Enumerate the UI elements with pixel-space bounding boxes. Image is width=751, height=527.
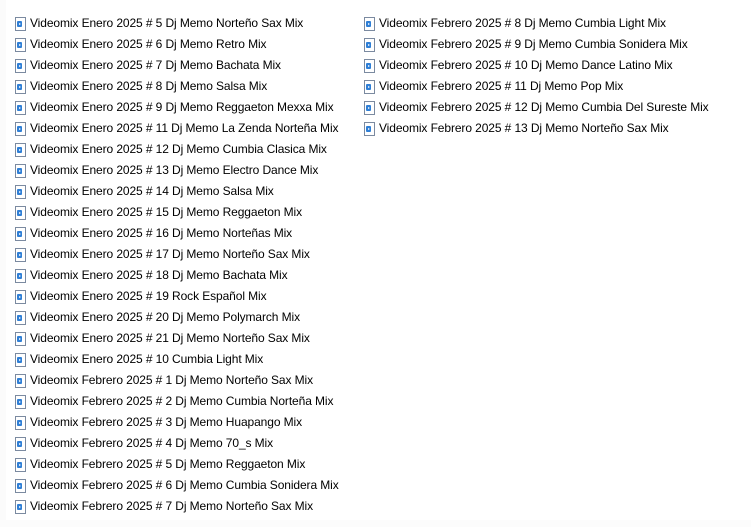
file-item[interactable]: Videomix Enero 2025 # 10 Cumbia Light Mi… [13,349,358,370]
file-name-label: Videomix Febrero 2025 # 4 Dj Memo 70_s M… [30,436,274,450]
file-column-2: Videomix Febrero 2025 # 8 Dj Memo Cumbia… [362,13,747,139]
video-file-icon [15,394,26,409]
video-file-icon [15,79,26,94]
file-name-label: Videomix Enero 2025 # 15 Dj Memo Reggaet… [30,205,302,219]
file-name-label: Videomix Enero 2025 # 18 Dj Memo Bachata… [30,268,288,282]
file-name-label: Videomix Febrero 2025 # 10 Dj Memo Dance… [379,58,673,72]
file-item[interactable]: Videomix Enero 2025 # 21 Dj Memo Norteño… [13,328,358,349]
video-file-icon [364,58,375,73]
file-name-label: Videomix Febrero 2025 # 6 Dj Memo Cumbia… [30,478,339,492]
video-file-icon [364,16,375,31]
video-file-icon [15,373,26,388]
file-name-label: Videomix Enero 2025 # 12 Dj Memo Cumbia … [30,142,327,156]
video-file-icon [15,142,26,157]
file-item[interactable]: Videomix Febrero 2025 # 6 Dj Memo Cumbia… [13,475,358,496]
file-name-label: Videomix Enero 2025 # 13 Dj Memo Electro… [30,163,319,177]
file-item[interactable]: Videomix Enero 2025 # 7 Dj Memo Bachata … [13,55,358,76]
file-item[interactable]: Videomix Febrero 2025 # 12 Dj Memo Cumbi… [362,97,747,118]
file-name-label: Videomix Enero 2025 # 19 Rock Español Mi… [30,289,267,303]
file-item[interactable]: Videomix Febrero 2025 # 8 Dj Memo Cumbia… [362,13,747,34]
file-name-label: Videomix Enero 2025 # 16 Dj Memo Norteña… [30,226,293,240]
file-item[interactable]: Videomix Febrero 2025 # 5 Dj Memo Reggae… [13,454,358,475]
file-item[interactable]: Videomix Enero 2025 # 17 Dj Memo Norteño… [13,244,358,265]
file-name-label: Videomix Febrero 2025 # 13 Dj Memo Norte… [379,121,669,135]
file-item[interactable]: Videomix Enero 2025 # 9 Dj Memo Reggaeto… [13,97,358,118]
file-item[interactable]: Videomix Febrero 2025 # 4 Dj Memo 70_s M… [13,433,358,454]
pane-bottom-edge [0,520,751,527]
video-file-icon [15,268,26,283]
file-item[interactable]: Videomix Enero 2025 # 20 Dj Memo Polymar… [13,307,358,328]
video-file-icon [15,121,26,136]
file-item[interactable]: Videomix Enero 2025 # 19 Rock Español Mi… [13,286,358,307]
file-name-label: Videomix Enero 2025 # 21 Dj Memo Norteño… [30,331,310,345]
file-name-label: Videomix Enero 2025 # 7 Dj Memo Bachata … [30,58,281,72]
video-file-icon [15,58,26,73]
video-file-icon [15,478,26,493]
file-item[interactable]: Videomix Enero 2025 # 6 Dj Memo Retro Mi… [13,34,358,55]
file-name-label: Videomix Enero 2025 # 10 Cumbia Light Mi… [30,352,264,366]
file-name-label: Videomix Febrero 2025 # 1 Dj Memo Norteñ… [30,373,314,387]
file-name-label: Videomix Febrero 2025 # 12 Dj Memo Cumbi… [379,100,709,114]
video-file-icon [15,457,26,472]
file-name-label: Videomix Febrero 2025 # 7 Dj Memo Norteñ… [30,499,314,513]
file-item[interactable]: Videomix Enero 2025 # 11 Dj Memo La Zend… [13,118,358,139]
file-item[interactable]: Videomix Enero 2025 # 18 Dj Memo Bachata… [13,265,358,286]
file-item[interactable]: Videomix Febrero 2025 # 2 Dj Memo Cumbia… [13,391,358,412]
video-file-icon [15,226,26,241]
file-name-label: Videomix Enero 2025 # 17 Dj Memo Norteño… [30,247,310,261]
file-name-label: Videomix Febrero 2025 # 3 Dj Memo Huapan… [30,415,302,429]
file-name-label: Videomix Febrero 2025 # 8 Dj Memo Cumbia… [379,16,666,30]
file-item[interactable]: Videomix Febrero 2025 # 11 Dj Memo Pop M… [362,76,747,97]
file-item[interactable]: Videomix Febrero 2025 # 9 Dj Memo Cumbia… [362,34,747,55]
file-item[interactable]: Videomix Febrero 2025 # 10 Dj Memo Dance… [362,55,747,76]
video-file-icon [364,100,375,115]
video-file-icon [15,163,26,178]
file-column-1: Videomix Enero 2025 # 5 Dj Memo Norteño … [13,13,358,517]
file-name-label: Videomix Febrero 2025 # 9 Dj Memo Cumbia… [379,37,688,51]
file-item[interactable]: Videomix Enero 2025 # 15 Dj Memo Reggaet… [13,202,358,223]
video-file-icon [15,499,26,514]
video-file-icon [15,184,26,199]
video-file-icon [15,247,26,262]
file-name-label: Videomix Enero 2025 # 8 Dj Memo Salsa Mi… [30,79,268,93]
video-file-icon [15,205,26,220]
video-file-icon [15,352,26,367]
video-file-icon [15,16,26,31]
file-name-label: Videomix Enero 2025 # 20 Dj Memo Polymar… [30,310,300,324]
file-list-pane[interactable]: Videomix Enero 2025 # 5 Dj Memo Norteño … [0,0,751,527]
pane-left-edge [0,0,6,527]
file-item[interactable]: Videomix Febrero 2025 # 3 Dj Memo Huapan… [13,412,358,433]
file-name-label: Videomix Febrero 2025 # 5 Dj Memo Reggae… [30,457,306,471]
file-item[interactable]: Videomix Enero 2025 # 12 Dj Memo Cumbia … [13,139,358,160]
video-file-icon [15,331,26,346]
video-file-icon [15,37,26,52]
video-file-icon [15,415,26,430]
file-item[interactable]: Videomix Enero 2025 # 5 Dj Memo Norteño … [13,13,358,34]
video-file-icon [15,436,26,451]
video-file-icon [364,79,375,94]
file-item[interactable]: Videomix Enero 2025 # 14 Dj Memo Salsa M… [13,181,358,202]
file-name-label: Videomix Enero 2025 # 6 Dj Memo Retro Mi… [30,37,267,51]
file-name-label: Videomix Enero 2025 # 14 Dj Memo Salsa M… [30,184,274,198]
file-item[interactable]: Videomix Enero 2025 # 8 Dj Memo Salsa Mi… [13,76,358,97]
video-file-icon [15,289,26,304]
file-name-label: Videomix Enero 2025 # 11 Dj Memo La Zend… [30,121,339,135]
file-name-label: Videomix Enero 2025 # 9 Dj Memo Reggaeto… [30,100,334,114]
file-item[interactable]: Videomix Enero 2025 # 16 Dj Memo Norteña… [13,223,358,244]
video-file-icon [364,37,375,52]
file-item[interactable]: Videomix Enero 2025 # 13 Dj Memo Electro… [13,160,358,181]
file-name-label: Videomix Enero 2025 # 5 Dj Memo Norteño … [30,16,304,30]
file-item[interactable]: Videomix Febrero 2025 # 1 Dj Memo Norteñ… [13,370,358,391]
file-name-label: Videomix Febrero 2025 # 11 Dj Memo Pop M… [379,79,624,93]
video-file-icon [15,310,26,325]
video-file-icon [15,100,26,115]
file-item[interactable]: Videomix Febrero 2025 # 7 Dj Memo Norteñ… [13,496,358,517]
file-name-label: Videomix Febrero 2025 # 2 Dj Memo Cumbia… [30,394,334,408]
file-item[interactable]: Videomix Febrero 2025 # 13 Dj Memo Norte… [362,118,747,139]
video-file-icon [364,121,375,136]
